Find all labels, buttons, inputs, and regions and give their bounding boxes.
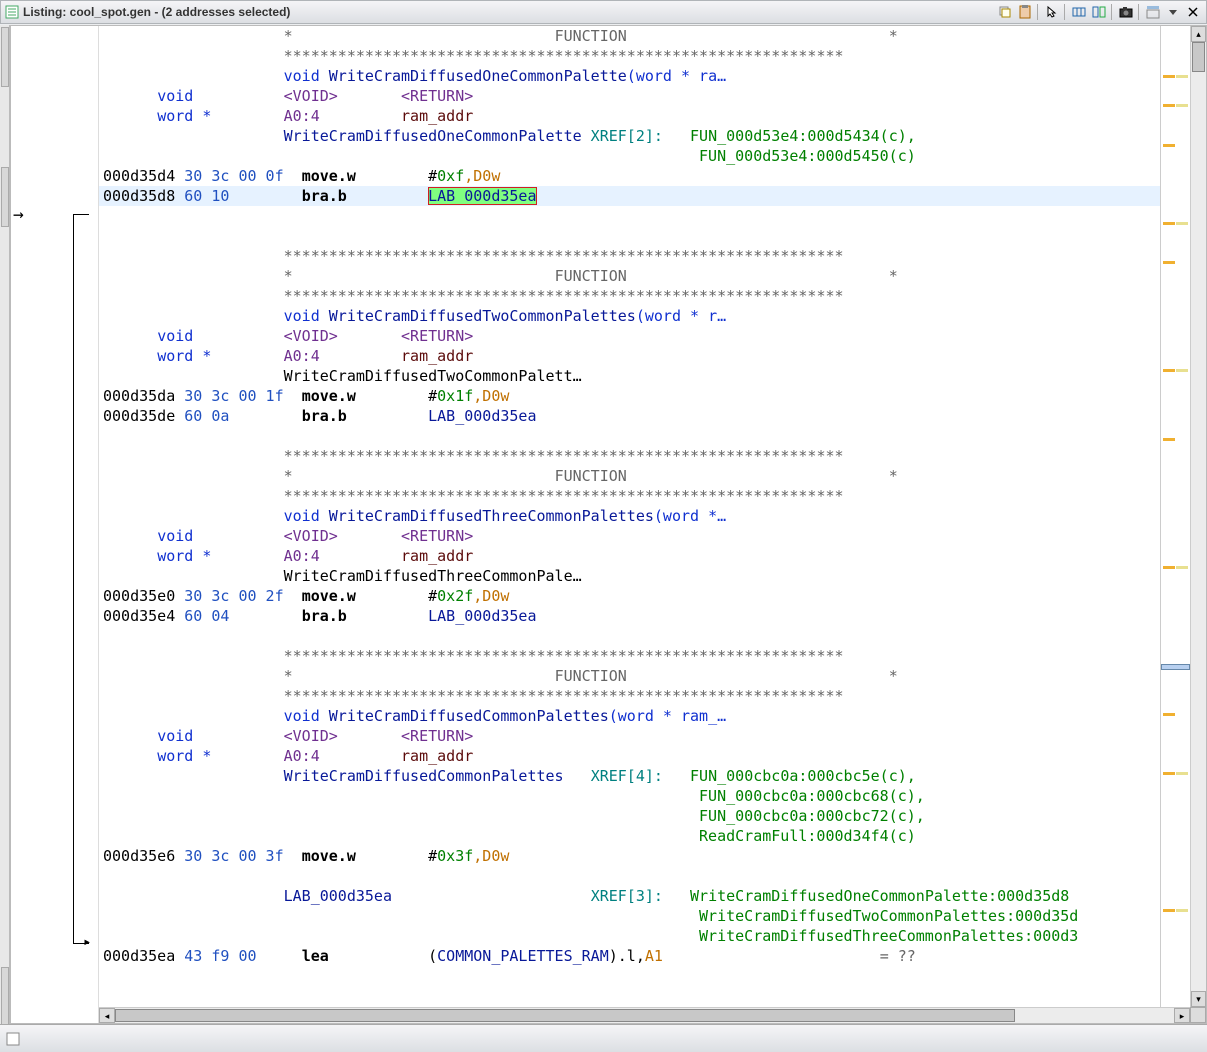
fields-icon[interactable] bbox=[1070, 3, 1088, 21]
panel-icon[interactable] bbox=[6, 1032, 20, 1046]
overview-ruler[interactable] bbox=[1160, 26, 1190, 1007]
flow-bracket bbox=[73, 214, 89, 944]
titlebar: Listing: cool_spot.gen - (2 addresses se… bbox=[0, 0, 1207, 24]
scroll-left-icon[interactable]: ◂ bbox=[99, 1008, 115, 1023]
scroll-down-icon[interactable]: ▾ bbox=[1191, 991, 1206, 1007]
scroll-up-icon[interactable]: ▴ bbox=[1191, 26, 1206, 42]
flow-arrow-end-icon: ▸ bbox=[83, 934, 91, 950]
listing-panel: * FUNCTION * ***************************… bbox=[99, 26, 1206, 1023]
gutter: → ▸ bbox=[11, 26, 99, 1023]
bottom-bar bbox=[0, 1024, 1207, 1052]
copy-icon[interactable] bbox=[996, 3, 1014, 21]
vertical-scrollbar[interactable]: ▴ ▾ bbox=[1190, 26, 1206, 1007]
vertical-tab[interactable] bbox=[1, 167, 9, 227]
listing-icon bbox=[5, 5, 19, 19]
horizontal-scrollbar[interactable]: ◂ ▸ bbox=[99, 1007, 1190, 1023]
flow-arrow-icon: → bbox=[13, 204, 24, 225]
snapshot-icon[interactable] bbox=[1117, 3, 1135, 21]
scroll-corner bbox=[1190, 1007, 1206, 1023]
scroll-right-icon[interactable]: ▸ bbox=[1174, 1008, 1190, 1023]
diff-icon[interactable] bbox=[1090, 3, 1108, 21]
vertical-tab[interactable] bbox=[1, 27, 9, 87]
title-text: Listing: cool_spot.gen - (2 addresses se… bbox=[23, 5, 290, 19]
menu-icon[interactable] bbox=[1164, 3, 1182, 21]
paste-icon[interactable] bbox=[1016, 3, 1034, 21]
scroll-thumb[interactable] bbox=[1192, 42, 1205, 72]
scroll-thumb-h[interactable] bbox=[115, 1009, 1015, 1022]
left-tab-strip bbox=[0, 25, 10, 1025]
content-area: → ▸ * FUNCTION * ***********************… bbox=[10, 25, 1207, 1024]
toggle-header-icon[interactable] bbox=[1144, 3, 1162, 21]
cursor-icon[interactable] bbox=[1043, 3, 1061, 21]
listing-body[interactable]: * FUNCTION * ***************************… bbox=[99, 26, 1160, 1007]
close-icon[interactable] bbox=[1184, 3, 1202, 21]
